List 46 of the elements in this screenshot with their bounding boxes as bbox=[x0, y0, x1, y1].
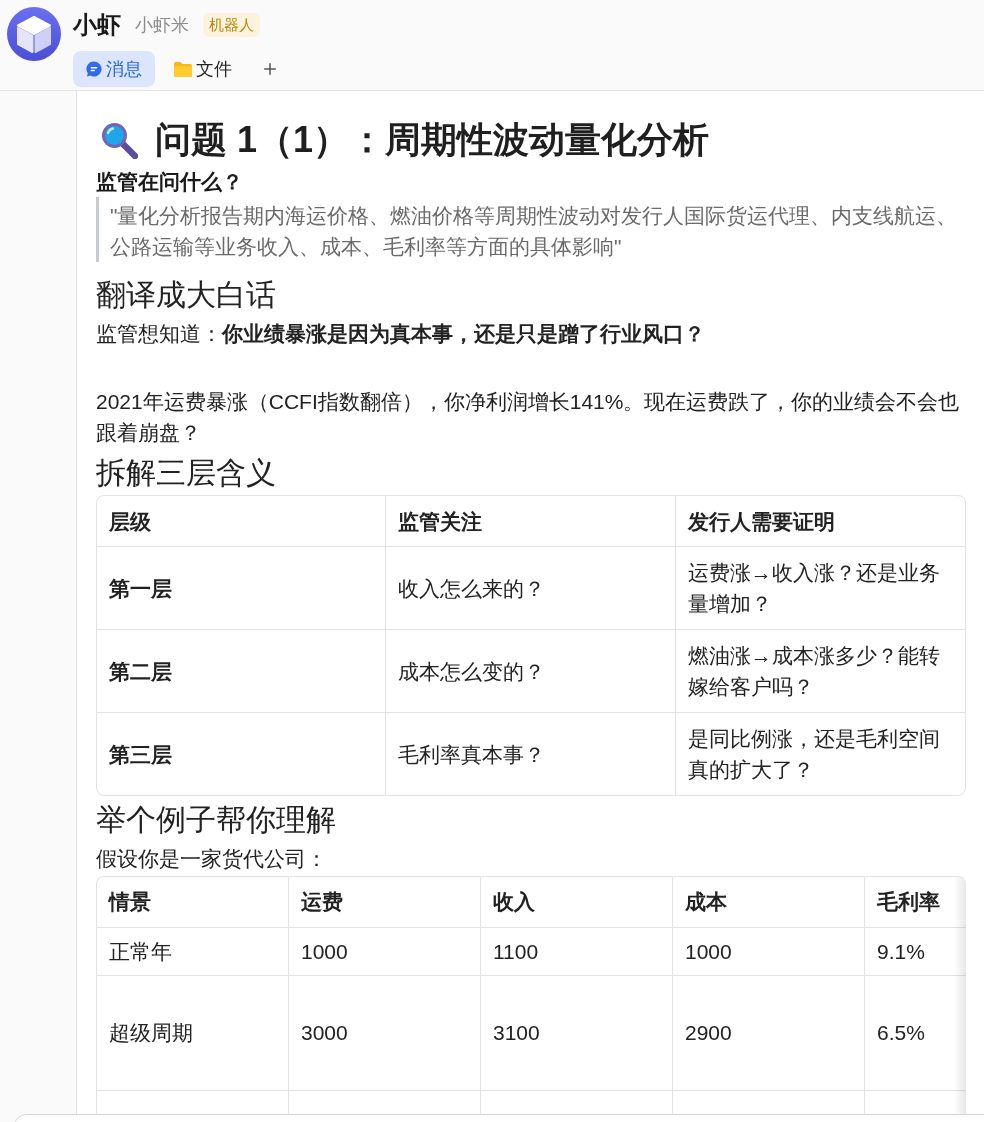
table-cell-text: 运费涨→收入涨？还是业务量增加？ bbox=[686, 560, 941, 617]
table-cell: 2900 bbox=[673, 975, 865, 1090]
table-cell: 3100 bbox=[481, 975, 673, 1090]
table-cell: 正常年 bbox=[97, 927, 289, 975]
table-cell: 收入怎么来的？ bbox=[386, 547, 676, 629]
column-header: 毛利率 bbox=[865, 876, 966, 927]
section-heading: 拆解三层含义 bbox=[96, 455, 277, 491]
table-cell: 第二层 bbox=[97, 630, 387, 712]
question-label: 监管在问什么？ bbox=[96, 169, 244, 195]
table-cell: 超级周期 bbox=[97, 975, 289, 1090]
table-cell: 毛利率真本事？ bbox=[386, 713, 676, 795]
column-header: 层级 bbox=[97, 496, 387, 546]
bot-badge: 机器人 bbox=[203, 13, 260, 37]
column-header: 运费 bbox=[289, 876, 481, 927]
table-cell: 1000 bbox=[289, 927, 481, 975]
table-cell: 9.1% bbox=[865, 927, 966, 975]
paragraph: 监管想知道：你业绩暴涨是因为真本事，还是只是蹭了行业风口？ bbox=[96, 321, 706, 347]
magnifier-icon bbox=[100, 121, 138, 159]
column-header: 成本 bbox=[673, 876, 865, 927]
plus-icon bbox=[261, 60, 279, 78]
column-header: 监管关注 bbox=[386, 496, 676, 546]
column-header: 情景 bbox=[97, 876, 289, 927]
table-cell: 6.5% bbox=[865, 975, 966, 1090]
table-cell: 成本怎么变的？ bbox=[386, 630, 676, 712]
table-cell: 第三层 bbox=[97, 713, 387, 795]
quote-text: "量化分析报告期内海运价格、燃油价格等周期性波动对发行人国际货运代理、内支线航运、公路运输等业务收入、成本、毛利率等方面的具体影响" bbox=[110, 203, 959, 260]
folder-icon bbox=[174, 61, 192, 77]
page-title: 问题 1（1）：周期性波动量化分析 bbox=[155, 118, 710, 162]
table-cell: 1000 bbox=[673, 927, 865, 975]
chat-bubble-icon bbox=[86, 61, 102, 77]
column-header: 发行人需要证明 bbox=[686, 508, 836, 535]
column-header: 收入 bbox=[481, 876, 673, 927]
section-heading: 举个例子帮你理解 bbox=[96, 802, 337, 838]
table-cell: 1100 bbox=[481, 927, 673, 975]
tab[interactable]: 消息 bbox=[73, 51, 155, 87]
table-cell: 第一层 bbox=[97, 547, 387, 629]
tab[interactable]: 文件 bbox=[161, 51, 245, 87]
table-cell: 3000 bbox=[289, 975, 481, 1090]
section-heading: 翻译成大白话 bbox=[96, 277, 277, 313]
table-cell-text: 燃油涨→成本涨多少？能转嫁给客户吗？ bbox=[686, 643, 941, 700]
bot-name: 小虾 bbox=[73, 10, 121, 40]
avatar-cube-icon bbox=[7, 7, 61, 61]
paragraph: 假设你是一家货代公司： bbox=[96, 846, 328, 872]
paragraph: 2021年运费暴涨（CCFI指数翻倍），你净利润增长141%。现在运费跌了，你的业绩会不会也跟着崩盘？ bbox=[96, 389, 961, 446]
table-cell-text: 是同比例涨，还是毛利空间真的扩大了？ bbox=[686, 726, 941, 783]
bot-handle: 小虾米 bbox=[135, 14, 189, 37]
